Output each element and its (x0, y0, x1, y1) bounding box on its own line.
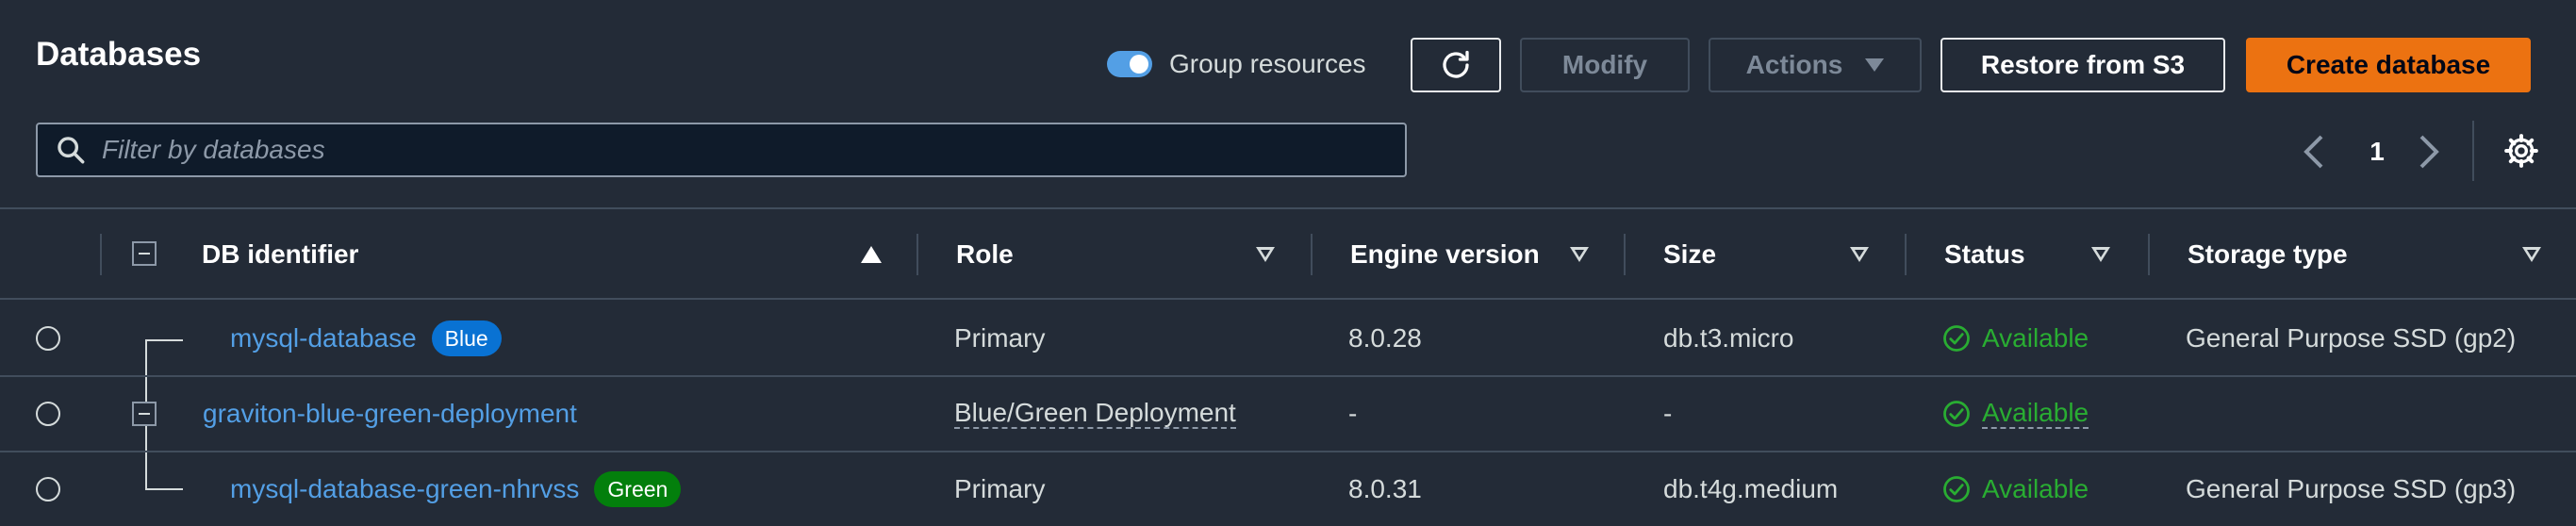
previous-page-button[interactable] (2301, 128, 2338, 175)
actions-button[interactable]: Actions (1709, 38, 1922, 92)
filter-search-box[interactable] (36, 123, 1407, 177)
status-available: Available (1942, 399, 2089, 429)
restore-button-label: Restore from S3 (1980, 50, 2186, 79)
modify-button-label: Modify (1561, 50, 1648, 79)
row-select-radio[interactable] (36, 326, 60, 351)
status-available: Available (1942, 323, 2089, 353)
table-header-row: DB identifier Role Engine version Size S… (0, 209, 2576, 300)
size-cell: db.t3.micro (1663, 323, 1794, 353)
collapse-all-icon[interactable] (132, 241, 157, 266)
gear-icon (2504, 134, 2538, 168)
deployment-badge: Green (594, 471, 682, 507)
status-cell: Available (1942, 452, 2089, 526)
sort-ascending-icon[interactable] (861, 246, 882, 263)
current-page-number[interactable]: 1 (2363, 128, 2391, 175)
deployment-badge: Blue (431, 321, 502, 356)
role-cell: Primary (954, 323, 1046, 353)
column-header-status[interactable]: Status (1944, 209, 2025, 300)
status-cell: Available (1942, 377, 2089, 451)
status-text[interactable]: Available (1982, 399, 2089, 429)
actions-button-label: Actions (1745, 50, 1843, 79)
role-text-tooltip[interactable]: Blue/Green Deployment (954, 399, 1236, 429)
table-header-border (0, 298, 2576, 300)
column-separator (916, 234, 918, 275)
check-circle-icon (1943, 401, 1970, 427)
search-icon (58, 137, 85, 164)
check-circle-icon (1943, 325, 1970, 352)
column-separator (1624, 234, 1626, 275)
group-resources-toggle-wrap[interactable]: Group resources (1107, 49, 1366, 79)
next-page-button[interactable] (2416, 128, 2453, 175)
table-row[interactable]: graviton-blue-green-deployment Blue/Gree… (0, 377, 2576, 451)
databases-header: Databases Group resources Modify Actions… (0, 0, 2576, 209)
sort-icon[interactable] (1256, 247, 1275, 262)
modify-button[interactable]: Modify (1520, 38, 1690, 92)
sort-icon[interactable] (2091, 247, 2110, 262)
filter-databases-input[interactable] (100, 134, 1329, 166)
column-header-storage-type[interactable]: Storage type (2188, 209, 2348, 300)
create-database-button[interactable]: Create database (2246, 38, 2531, 92)
db-identifier-link[interactable]: mysql-database-green-nhrvss (230, 474, 579, 504)
db-identifier-link[interactable]: graviton-blue-green-deployment (203, 399, 577, 429)
column-separator (1905, 234, 1907, 275)
role-cell: Blue/Green Deployment (954, 377, 1236, 451)
page-title: Databases (36, 36, 202, 73)
role-cell: Primary (954, 474, 1046, 503)
table-settings-button[interactable] (2502, 132, 2540, 170)
column-header-size[interactable]: Size (1663, 209, 1716, 300)
engine-version-cell: - (1348, 399, 1358, 428)
engine-version-cell: 8.0.31 (1348, 474, 1422, 503)
group-resources-label: Group resources (1169, 49, 1366, 78)
sort-icon[interactable] (1570, 247, 1589, 262)
column-separator (1311, 234, 1313, 275)
size-cell: - (1663, 399, 1673, 428)
column-header-engine-version[interactable]: Engine version (1350, 209, 1540, 300)
caret-down-icon (1865, 58, 1885, 72)
db-identifier-cell: mysql-database Blue (230, 302, 502, 375)
size-cell: db.t4g.medium (1663, 474, 1839, 503)
storage-type-cell: General Purpose SSD (gp2) (2186, 323, 2517, 353)
column-separator (100, 234, 102, 275)
chevron-left-icon (2304, 135, 2323, 169)
group-resources-toggle[interactable] (1107, 51, 1152, 77)
row-select-radio[interactable] (36, 477, 60, 501)
storage-type-cell: General Purpose SSD (gp3) (2186, 474, 2517, 503)
db-identifier-link[interactable]: mysql-database (230, 323, 417, 353)
table-row[interactable]: mysql-database Blue Primary 8.0.28 db.t3… (0, 302, 2576, 375)
pager-divider (2472, 121, 2474, 181)
sort-icon[interactable] (1850, 247, 1869, 262)
chevron-right-icon (2419, 135, 2439, 169)
db-identifier-cell: mysql-database-green-nhrvss Green (230, 452, 682, 526)
column-header-role[interactable]: Role (956, 209, 1014, 300)
column-separator (2148, 234, 2150, 275)
status-cell: Available (1942, 302, 2089, 375)
create-button-label: Create database (2286, 50, 2491, 79)
column-header-db-identifier[interactable]: DB identifier (202, 209, 358, 300)
sort-icon[interactable] (2522, 247, 2541, 262)
row-select-radio[interactable] (36, 402, 60, 426)
engine-version-cell: 8.0.28 (1348, 323, 1422, 353)
status-available: Available (1942, 474, 2089, 504)
refresh-icon (1443, 50, 1469, 78)
db-identifier-cell: graviton-blue-green-deployment (203, 377, 577, 451)
status-text: Available (1982, 474, 2089, 503)
table-row[interactable]: mysql-database-green-nhrvss Green Primar… (0, 452, 2576, 526)
refresh-button[interactable] (1411, 38, 1501, 92)
restore-from-s3-button[interactable]: Restore from S3 (1940, 38, 2225, 92)
collapse-group-icon[interactable] (132, 402, 157, 426)
check-circle-icon (1943, 476, 1970, 502)
status-text: Available (1982, 323, 2089, 353)
